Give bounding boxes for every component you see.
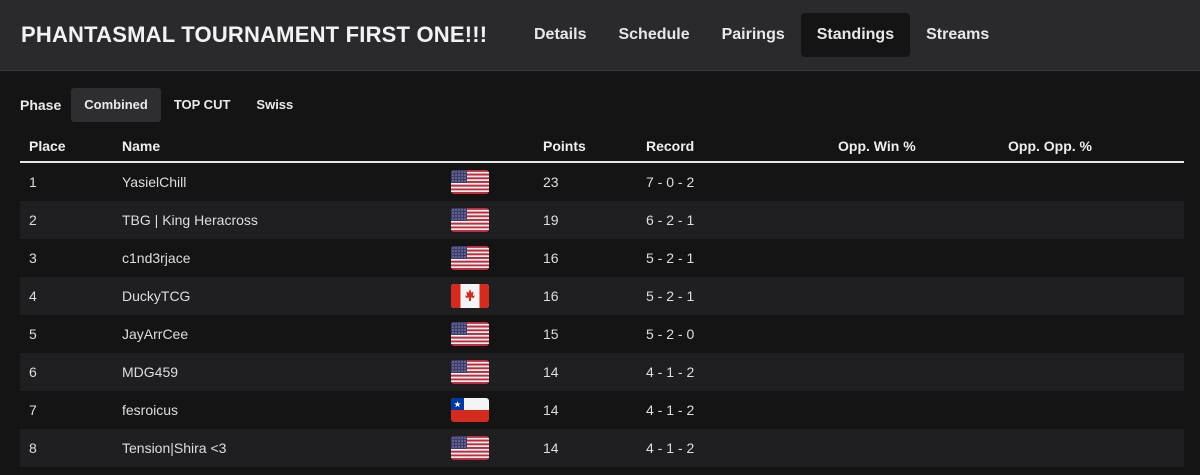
player-name[interactable]: DuckyTCG [122,288,190,304]
place-cell: 7 [29,402,37,418]
points-cell: 14 [543,402,559,418]
column-header-record[interactable]: Record [646,138,694,154]
main-nav: Details Schedule Pairings Standings Stre… [518,13,1005,57]
phase-combined-button[interactable]: Combined [71,88,161,122]
table-body: 1 YasielChill 23 7 - 0 - 2 2 TBG | King Herac… [20,163,1184,467]
phase-selector: Phase Combined TOP CUT Swiss [20,88,306,122]
column-header-name[interactable]: Name [122,138,160,154]
place-cell: 2 [29,212,37,228]
table-row[interactable]: 7 fesroicus 14 4 - 1 - 2 [20,391,1184,429]
player-name[interactable]: YasielChill [122,174,186,190]
place-cell: 8 [29,440,37,456]
player-name[interactable]: MDG459 [122,364,178,380]
us-flag-icon [451,208,489,232]
column-header-opp-win[interactable]: Opp. Win % [838,138,916,154]
player-name[interactable]: TBG | King Heracross [122,212,258,228]
points-cell: 23 [543,174,559,190]
points-cell: 19 [543,212,559,228]
table-row[interactable]: 4 DuckyTCG 16 5 - 2 - 1 [20,277,1184,315]
record-cell: 6 - 2 - 1 [646,212,695,228]
phase-label: Phase [20,97,62,113]
standings-table: Place Name Points Record Opp. Win % Opp.… [20,130,1184,467]
place-cell: 1 [29,174,37,190]
tab-schedule[interactable]: Schedule [602,13,705,57]
table-header: Place Name Points Record Opp. Win % Opp.… [20,130,1184,163]
us-flag-icon [451,436,489,460]
player-name[interactable]: JayArrCee [122,326,188,342]
record-cell: 5 - 2 - 1 [646,250,695,266]
record-cell: 4 - 1 - 2 [646,402,695,418]
place-cell: 3 [29,250,37,266]
place-cell: 6 [29,364,37,380]
record-cell: 4 - 1 - 2 [646,364,695,380]
table-row[interactable]: 2 TBG | King Heracross 19 6 - 2 - 1 [20,201,1184,239]
us-flag-icon [451,322,489,346]
column-header-place[interactable]: Place [29,138,66,154]
us-flag-icon [451,170,489,194]
record-cell: 5 - 2 - 1 [646,288,695,304]
column-header-opp-opp[interactable]: Opp. Opp. % [1008,138,1092,154]
record-cell: 4 - 1 - 2 [646,440,695,456]
table-row[interactable]: 5 JayArrCee 15 5 - 2 - 0 [20,315,1184,353]
points-cell: 16 [543,250,559,266]
us-flag-icon [451,360,489,384]
place-cell: 5 [29,326,37,342]
table-row[interactable]: 1 YasielChill 23 7 - 0 - 2 [20,163,1184,201]
points-cell: 14 [543,364,559,380]
us-flag-icon [451,246,489,270]
table-row[interactable]: 8 Tension|Shira <3 14 4 - 1 - 2 [20,429,1184,467]
top-bar: PHANTASMAL TOURNAMENT FIRST ONE!!! Detai… [0,0,1200,71]
tournament-title: PHANTASMAL TOURNAMENT FIRST ONE!!! [21,22,488,47]
phase-swiss-button[interactable]: Swiss [243,88,306,122]
canada-flag-icon [451,284,489,308]
table-row[interactable]: 6 MDG459 14 4 - 1 - 2 [20,353,1184,391]
chile-flag-icon [451,398,489,422]
points-cell: 15 [543,326,559,342]
tab-details[interactable]: Details [518,13,602,57]
record-cell: 7 - 0 - 2 [646,174,695,190]
tab-streams[interactable]: Streams [910,13,1005,57]
points-cell: 16 [543,288,559,304]
tab-pairings[interactable]: Pairings [706,13,801,57]
player-name[interactable]: Tension|Shira <3 [122,440,226,456]
player-name[interactable]: c1nd3rjace [122,250,191,266]
player-name[interactable]: fesroicus [122,402,178,418]
points-cell: 14 [543,440,559,456]
record-cell: 5 - 2 - 0 [646,326,695,342]
column-header-points[interactable]: Points [543,138,586,154]
table-row[interactable]: 3 c1nd3rjace 16 5 - 2 - 1 [20,239,1184,277]
tab-standings[interactable]: Standings [800,13,911,57]
place-cell: 4 [29,288,37,304]
phase-top-cut-button[interactable]: TOP CUT [161,88,244,122]
